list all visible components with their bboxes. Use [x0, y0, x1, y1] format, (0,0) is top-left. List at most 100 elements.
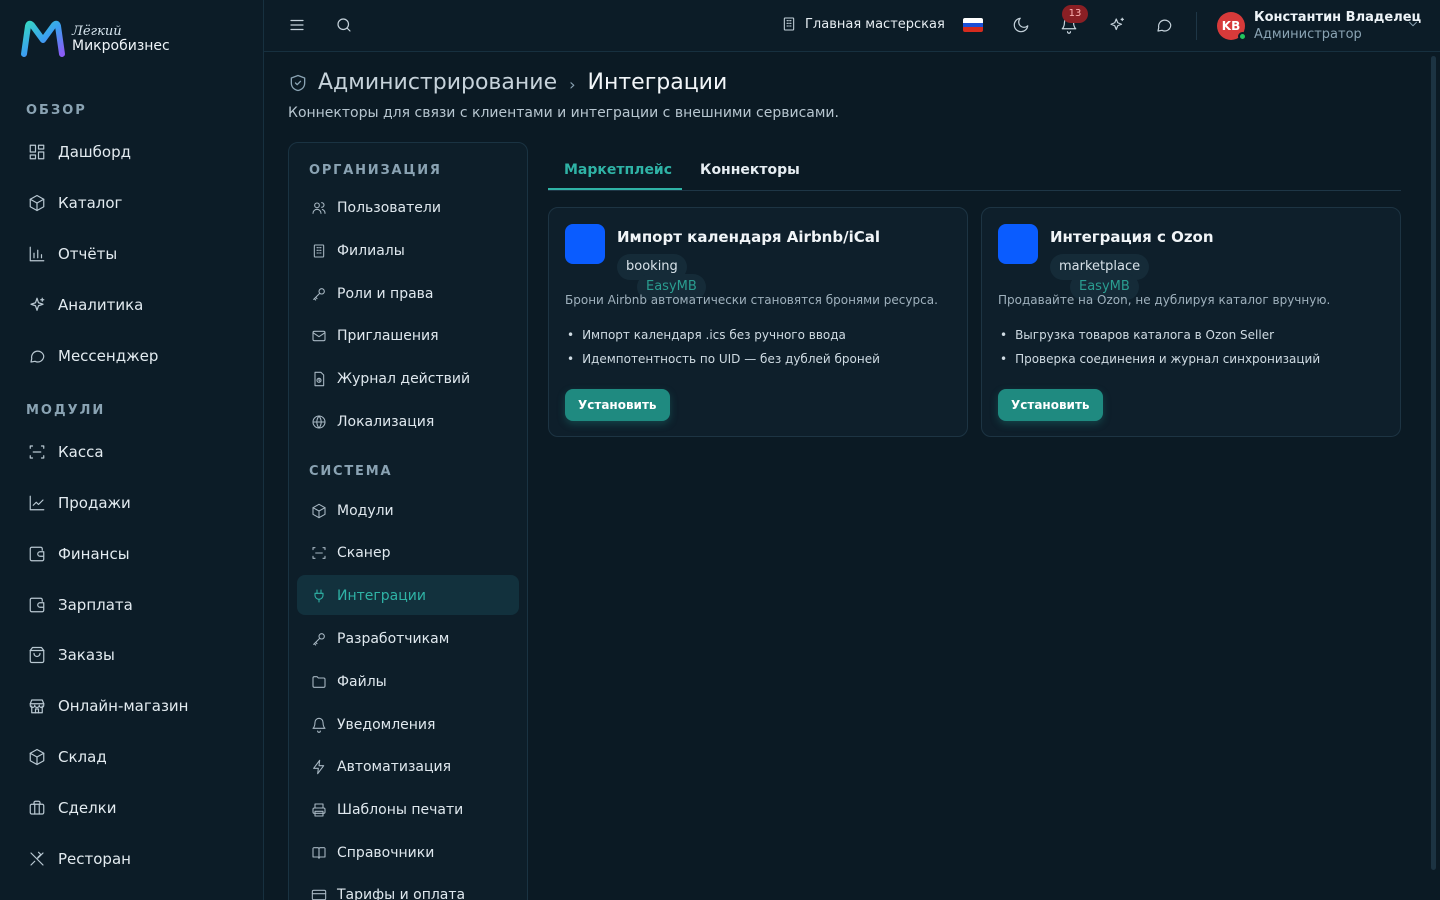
- language-flag-icon[interactable]: [963, 18, 983, 32]
- breadcrumb-parent[interactable]: Администрирование: [318, 70, 557, 95]
- brand-logo[interactable]: Лёгкий Микробизнес: [20, 20, 170, 58]
- tab-connectors[interactable]: Коннекторы: [700, 162, 800, 178]
- settings-nav: ОРГАНИЗАЦИЯ Пользователи Филиалы Роли и …: [288, 142, 528, 900]
- book-icon: [312, 847, 326, 859]
- breadcrumb: Администрирование › Интеграции: [288, 70, 727, 95]
- sidebar-item-salary[interactable]: Зарплата: [28, 593, 133, 617]
- menu-button[interactable]: [288, 16, 306, 34]
- printer-icon: [312, 803, 326, 817]
- settings-item-label: Сканер: [337, 545, 391, 561]
- settings-item-modules[interactable]: Модули: [311, 501, 394, 521]
- settings-item-localization[interactable]: Локализация: [311, 412, 434, 432]
- user-name[interactable]: Константин Владелец: [1254, 10, 1421, 25]
- sidebar-item-label: Касса: [58, 443, 104, 461]
- page-title: Интеграции: [587, 70, 728, 95]
- sidebar-item-restaurant[interactable]: Ресторан: [28, 847, 131, 871]
- catalog-icon: [29, 194, 45, 212]
- search-button[interactable]: [335, 16, 353, 34]
- settings-item-billing[interactable]: Тарифы и оплата: [311, 885, 465, 900]
- building-icon: [313, 244, 325, 258]
- users-icon: [312, 202, 326, 214]
- box-icon: [29, 748, 45, 766]
- feature-list: Импорт календаря .ics без ручного ввода …: [567, 327, 880, 375]
- sidebar-item-label: Дашборд: [58, 143, 131, 161]
- settings-item-scanner[interactable]: Сканер: [311, 543, 390, 563]
- settings-item-developers[interactable]: Разработчикам: [311, 629, 449, 649]
- sidebar-item-dashboard[interactable]: Дашборд: [28, 140, 131, 164]
- list-item: Импорт календаря .ics без ручного ввода: [567, 327, 880, 351]
- settings-item-invitations[interactable]: Приглашения: [311, 326, 439, 346]
- box-icon: [312, 503, 326, 519]
- settings-item-dictionaries[interactable]: Справочники: [311, 843, 434, 863]
- sidebar-item-label: Онлайн-магазин: [58, 697, 189, 715]
- settings-item-branches[interactable]: Филиалы: [311, 241, 405, 261]
- settings-item-label: Файлы: [337, 674, 387, 690]
- list-item: Выгрузка товаров каталога в Ozon Seller: [1000, 327, 1320, 351]
- settings-item-integrations[interactable]: Интеграции: [311, 586, 426, 606]
- brand-name: Микробизнес: [72, 38, 170, 54]
- theme-toggle-button[interactable]: [1012, 16, 1030, 34]
- mail-icon: [312, 330, 326, 342]
- settings-section-system: СИСТЕМА: [309, 464, 393, 479]
- workshop-name: Главная мастерская: [805, 16, 945, 32]
- settings-item-files[interactable]: Файлы: [311, 672, 387, 692]
- settings-item-automation[interactable]: Автоматизация: [311, 757, 451, 777]
- settings-item-label: Пользователи: [337, 200, 441, 216]
- sidebar-item-label: Мессенджер: [58, 347, 159, 365]
- sidebar-item-orders[interactable]: Заказы: [28, 643, 115, 667]
- settings-item-label: Интеграции: [337, 588, 426, 604]
- settings-item-audit-log[interactable]: Журнал действий: [311, 369, 470, 389]
- settings-item-label: Уведомления: [337, 717, 436, 733]
- breadcrumb-separator-icon: ›: [569, 75, 576, 94]
- chat-icon: [1157, 19, 1172, 32]
- sidebar: Лёгкий Микробизнес ОБЗОР Дашборд Каталог…: [0, 0, 264, 900]
- settings-item-print-templates[interactable]: Шаблоны печати: [311, 800, 463, 820]
- credit-card-icon: [311, 889, 327, 900]
- reports-icon: [29, 246, 45, 262]
- sidebar-item-cashbox[interactable]: Касса: [28, 440, 104, 464]
- settings-item-label: Филиалы: [337, 243, 405, 259]
- wallet-icon: [29, 597, 45, 613]
- settings-item-label: Тарифы и оплата: [337, 887, 466, 900]
- settings-item-label: Шаблоны печати: [337, 802, 464, 818]
- messages-button[interactable]: [1155, 16, 1173, 34]
- settings-item-notifications[interactable]: Уведомления: [311, 715, 435, 735]
- sidebar-item-label: Склад: [58, 748, 107, 766]
- sidebar-item-messenger[interactable]: Мессенджер: [28, 344, 158, 368]
- sidebar-item-label: Отчёты: [58, 245, 118, 263]
- sidebar-item-reports[interactable]: Отчёты: [28, 242, 117, 266]
- workshop-selector[interactable]: Главная мастерская: [781, 16, 945, 32]
- chat-icon: [30, 350, 45, 363]
- sidebar-item-label: Каталог: [58, 194, 123, 212]
- integration-card-airbnb: Импорт календаря Airbnb/iCal EasyMB book…: [548, 207, 968, 437]
- feature-list: Выгрузка товаров каталога в Ozon Seller …: [1000, 327, 1320, 375]
- orders-icon: [29, 646, 45, 664]
- settings-section-organization: ОРГАНИЗАЦИЯ: [309, 163, 442, 178]
- settings-item-users[interactable]: Пользователи: [311, 198, 441, 218]
- settings-item-label: Разработчикам: [337, 631, 450, 647]
- install-button[interactable]: Установить: [565, 389, 670, 421]
- ai-assistant-button[interactable]: [1108, 16, 1126, 34]
- sidebar-item-deals[interactable]: Сделки: [28, 796, 116, 820]
- list-item: Идемпотентность по UID — без дублей брон…: [567, 351, 880, 375]
- sidebar-item-online-store[interactable]: Онлайн-магазин: [28, 694, 188, 718]
- integration-title: Импорт календаря Airbnb/iCal: [617, 228, 880, 246]
- integration-description: Брони Airbnb автоматически становятся бр…: [565, 293, 938, 307]
- integration-title: Интеграция с Ozon: [1050, 228, 1214, 246]
- sparkles-icon: [30, 297, 45, 311]
- user-menu-toggle[interactable]: [1406, 17, 1420, 31]
- sidebar-item-finance[interactable]: Финансы: [28, 542, 130, 566]
- moon-icon: [1013, 17, 1029, 33]
- sidebar-item-catalog[interactable]: Каталог: [28, 191, 122, 215]
- sidebar-item-analytics[interactable]: Аналитика: [28, 293, 143, 317]
- page-scrollbar[interactable]: [1431, 56, 1436, 870]
- settings-item-roles[interactable]: Роли и права: [311, 284, 434, 304]
- integration-tags: EasyMB marketplace: [1050, 254, 1150, 300]
- sidebar-item-warehouse[interactable]: Склад: [28, 745, 107, 769]
- install-button[interactable]: Установить: [998, 389, 1103, 421]
- scan-icon: [29, 445, 45, 459]
- tab-marketplace[interactable]: Маркетплейс: [564, 162, 672, 178]
- sidebar-item-label: Продажи: [58, 494, 131, 512]
- sidebar-item-sales[interactable]: Продажи: [28, 491, 131, 515]
- sidebar-item-label: Заказы: [58, 646, 115, 664]
